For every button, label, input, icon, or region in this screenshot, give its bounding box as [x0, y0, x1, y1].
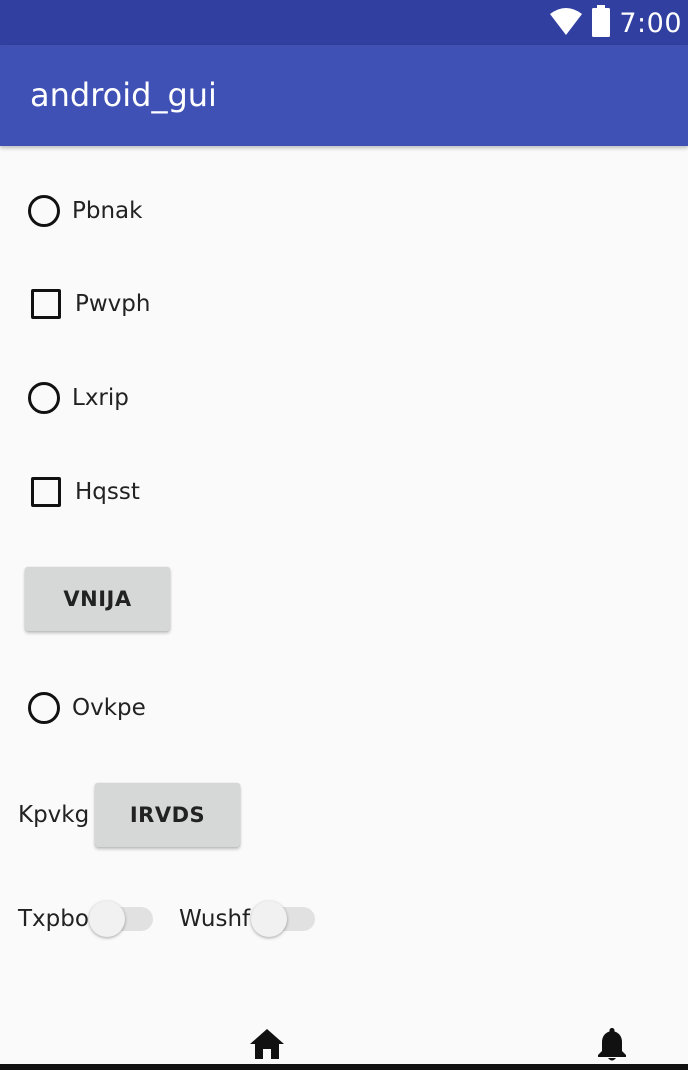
radio-button-circle[interactable] — [28, 195, 60, 227]
app-bar: android_gui — [0, 45, 688, 146]
radio-button-circle[interactable] — [28, 692, 60, 724]
checkbox-label: Pwvph — [75, 291, 151, 317]
checkbox-hqsst[interactable]: Hqsst — [28, 472, 140, 512]
switch-thumb[interactable] — [251, 901, 287, 937]
status-time: 7:00 — [619, 7, 682, 39]
radio-ovkpe[interactable]: Ovkpe — [28, 688, 146, 728]
status-bar: 7:00 — [0, 0, 688, 45]
bottom-nav — [0, 1020, 688, 1070]
radio-label: Ovkpe — [72, 695, 146, 721]
kpvkg-text: Kpvkg — [18, 802, 90, 828]
checkbox-label: Hqsst — [75, 479, 140, 505]
switch-txpbo[interactable] — [89, 899, 155, 939]
checkbox-pwvph[interactable]: Pwvph — [28, 284, 150, 324]
radio-pbnak[interactable]: Pbnak — [28, 191, 142, 231]
bell-icon[interactable] — [596, 1026, 628, 1067]
switch-label-txpbo: Txpbo — [18, 906, 89, 932]
home-icon[interactable] — [249, 1028, 285, 1065]
checkbox-box[interactable] — [31, 289, 61, 319]
checkbox-box[interactable] — [31, 477, 61, 507]
switch-thumb[interactable] — [89, 901, 125, 937]
radio-label: Pbnak — [72, 198, 143, 224]
bottom-edge-divider — [0, 1064, 688, 1070]
radio-label: Lxrip — [72, 385, 129, 411]
radio-lxrip[interactable]: Lxrip — [28, 378, 129, 418]
status-icons: 7:00 — [549, 4, 682, 42]
battery-icon — [591, 4, 611, 42]
wifi-icon — [549, 6, 583, 41]
irvds-button[interactable]: IRVDS — [95, 783, 240, 847]
switch-wushf[interactable] — [251, 899, 317, 939]
vnija-button[interactable]: VNIJA — [25, 567, 170, 631]
radio-button-circle[interactable] — [28, 382, 60, 414]
app-title: android_gui — [30, 76, 217, 114]
switch-label-wushf: Wushf — [179, 906, 251, 932]
